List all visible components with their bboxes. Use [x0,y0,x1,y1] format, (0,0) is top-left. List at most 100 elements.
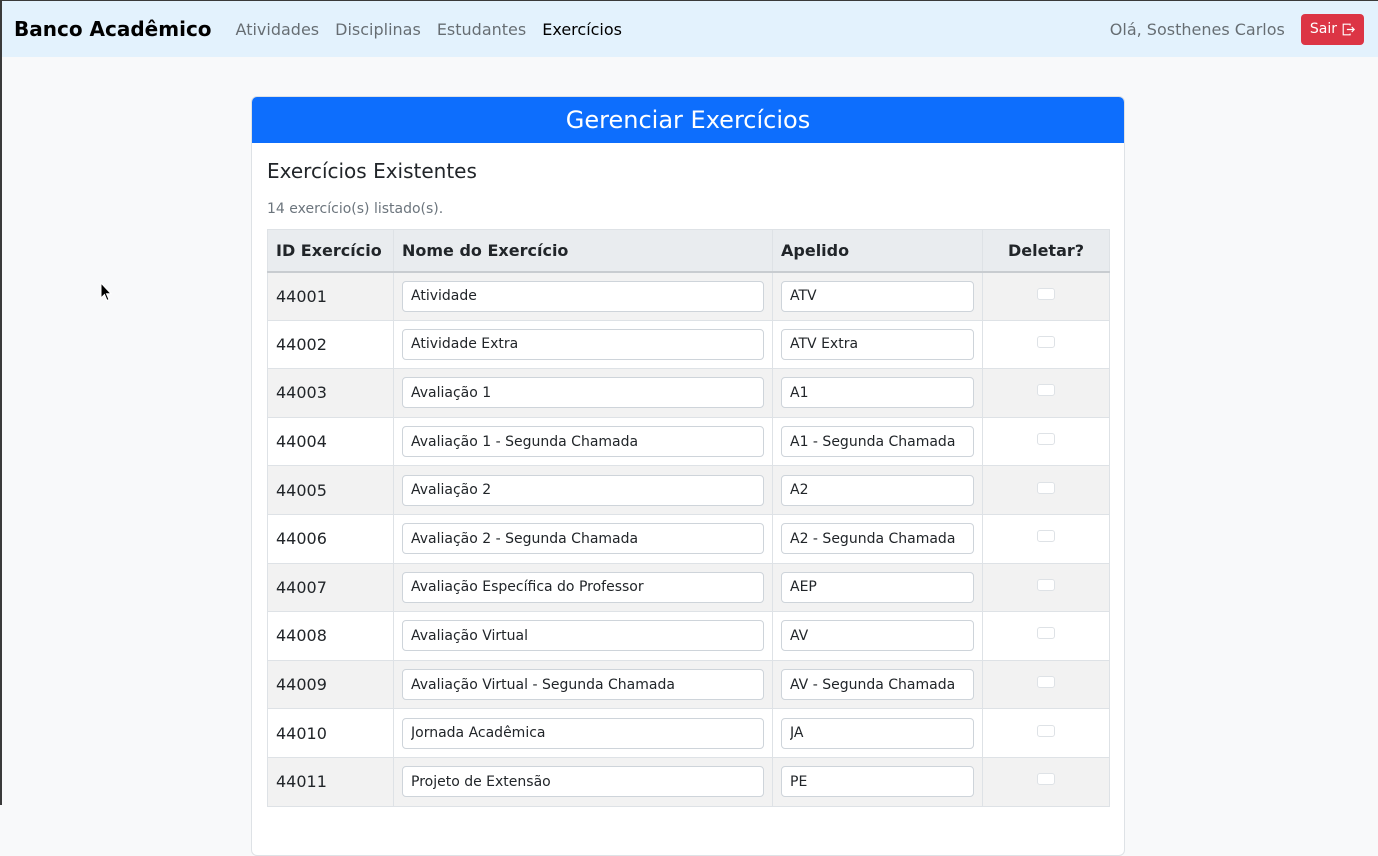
table-row: 44009 [267,659,1110,710]
exercise-name-input[interactable] [402,669,764,701]
table-header-row: ID Exercício Nome do Exercício Apelido D… [267,229,1110,273]
table-row: 44005 [267,465,1110,515]
exercise-name-input[interactable] [402,523,764,555]
logout-label: Sair [1309,21,1337,37]
exercise-name-input[interactable] [402,474,764,506]
exercise-name-cell [393,756,773,807]
delete-cell [982,756,1110,807]
exercise-id: 44004 [267,416,394,467]
exercise-id: 44001 [267,271,394,321]
exercise-id: 44009 [267,659,394,710]
exercise-nickname-input[interactable] [781,523,974,555]
navbar: Banco Acadêmico Atividades Disciplinas E… [2,1,1378,57]
delete-cell [982,368,1110,418]
exercise-nickname-input[interactable] [781,280,974,312]
exercise-nickname-input[interactable] [781,766,974,798]
delete-checkbox[interactable] [1037,287,1055,300]
user-greeting: Olá, Sosthenes Carlos [1109,19,1285,39]
exercise-name-cell [393,513,773,564]
delete-checkbox[interactable] [1037,773,1055,786]
nav-link-disciplinas[interactable]: Disciplinas [327,20,429,39]
nav-link-atividades[interactable]: Atividades [228,20,328,39]
exercise-nickname-input[interactable] [781,377,974,409]
exercise-nickname-input[interactable] [781,717,974,749]
exercise-nickname-input[interactable] [781,474,974,506]
exercise-name-input[interactable] [402,328,764,360]
exercise-name-cell [393,659,773,710]
exercise-name-cell [393,708,773,758]
delete-cell [982,465,1110,515]
exercise-nickname-cell [772,562,983,613]
nav-link-exercicios[interactable]: Exercícios [534,20,630,39]
nav-links: Atividades Disciplinas Estudantes Exercí… [228,20,630,39]
exercise-nickname-cell [772,513,983,564]
delete-cell [982,611,1110,661]
delete-checkbox[interactable] [1037,481,1055,494]
delete-checkbox[interactable] [1037,530,1055,543]
delete-cell [982,659,1110,710]
exercise-name-cell [393,465,773,515]
exercise-name-input[interactable] [402,377,764,409]
exercise-name-cell [393,416,773,467]
exercises-table: ID Exercício Nome do Exercício Apelido D… [267,229,1110,807]
table-row: 44001 [267,271,1110,321]
manage-exercises-card: Gerenciar Exercícios Exercícios Existent… [251,96,1125,856]
column-header-delete: Deletar? [982,229,1110,273]
nav-right: Olá, Sosthenes Carlos Sair [1109,13,1364,45]
exercise-id: 44011 [267,756,394,807]
exercise-name-input[interactable] [402,280,764,312]
exercise-nickname-input[interactable] [781,620,974,652]
exercise-nickname-cell [772,465,983,515]
exercise-id: 44003 [267,368,394,418]
delete-cell [982,708,1110,758]
column-header-id: ID Exercício [267,229,394,273]
exercise-id: 44010 [267,708,394,758]
exercise-nickname-input[interactable] [781,426,974,458]
card-body: Exercícios Existentes 14 exercício(s) li… [252,143,1124,807]
exercise-nickname-input[interactable] [781,669,974,701]
exercise-name-input[interactable] [402,426,764,458]
delete-checkbox[interactable] [1037,433,1055,446]
exercise-nickname-input[interactable] [781,571,974,603]
table-row: 44004 [267,416,1110,467]
table-body: 4400144002440034400444005440064400744008… [267,271,1110,807]
table-row: 44003 [267,368,1110,418]
exercise-name-input[interactable] [402,717,764,749]
box-arrow-right-icon [1342,23,1355,36]
exercise-nickname-cell [772,708,983,758]
delete-cell [982,513,1110,564]
exercise-name-input[interactable] [402,620,764,652]
nav-link-estudantes[interactable]: Estudantes [429,20,534,39]
delete-checkbox[interactable] [1037,578,1055,591]
exercise-nickname-cell [772,368,983,418]
exercise-nickname-cell [772,319,983,370]
exercise-name-cell [393,319,773,370]
logout-button[interactable]: Sair [1300,13,1364,45]
delete-cell [982,271,1110,321]
exercise-name-cell [393,271,773,321]
table-row: 44006 [267,513,1110,564]
exercise-nickname-cell [772,611,983,661]
exercise-name-cell [393,611,773,661]
exercise-name-input[interactable] [402,766,764,798]
delete-checkbox[interactable] [1037,627,1055,640]
exercise-nickname-cell [772,756,983,807]
column-header-nickname: Apelido [772,229,983,273]
delete-cell [982,319,1110,370]
exercise-id: 44002 [267,319,394,370]
table-row: 44010 [267,708,1110,758]
exercise-name-input[interactable] [402,571,764,603]
exercise-id: 44007 [267,562,394,613]
exercise-id: 44008 [267,611,394,661]
delete-checkbox[interactable] [1037,676,1055,689]
exercise-nickname-cell [772,416,983,467]
delete-checkbox[interactable] [1037,335,1055,348]
brand[interactable]: Banco Acadêmico [14,17,212,41]
table-row: 44002 [267,319,1110,370]
delete-checkbox[interactable] [1037,384,1055,397]
card-header: Gerenciar Exercícios [252,97,1124,143]
exercise-nickname-input[interactable] [781,328,974,360]
section-title: Exercícios Existentes [267,159,477,183]
delete-checkbox[interactable] [1037,724,1055,737]
exercise-nickname-cell [772,659,983,710]
